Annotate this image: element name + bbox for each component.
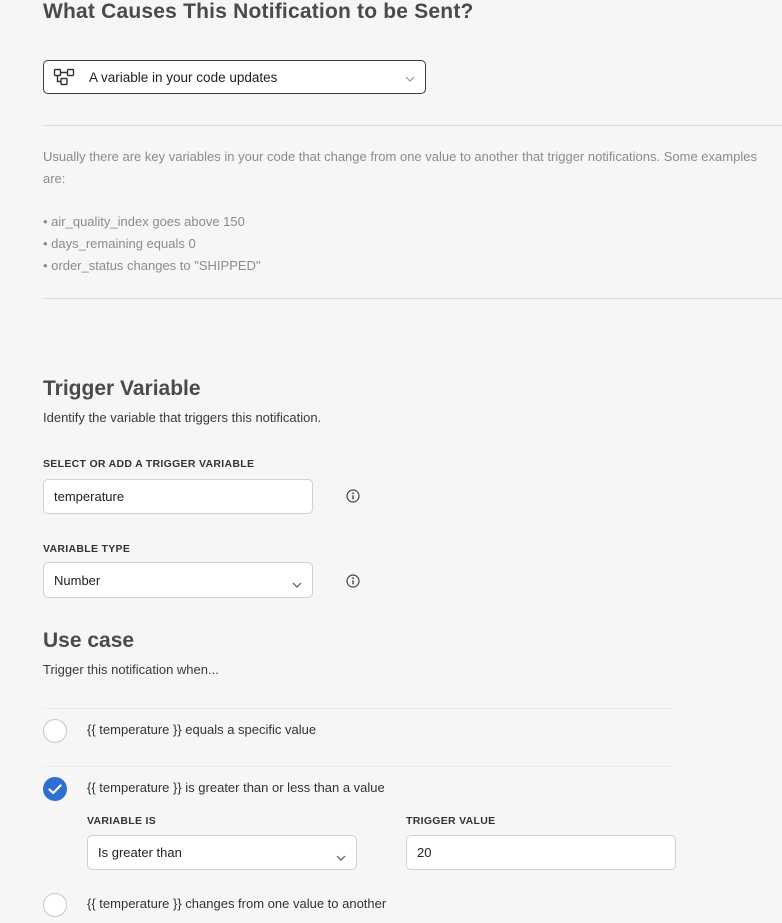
trigger-variable-input[interactable]: temperature xyxy=(43,479,313,514)
divider xyxy=(43,708,673,709)
trigger-value-input[interactable]: 20 xyxy=(406,835,676,870)
flow-diagram-icon xyxy=(53,68,75,86)
trigger-source-value: A variable in your code updates xyxy=(89,69,278,85)
radio-greater-less[interactable] xyxy=(43,777,67,801)
variable-type-select[interactable]: Number xyxy=(43,562,313,598)
use-case-heading: Use case xyxy=(43,629,135,652)
chevron-down-icon xyxy=(336,850,346,865)
trigger-variable-label: SELECT OR ADD A TRIGGER VARIABLE xyxy=(43,458,255,470)
description-text: Usually there are key variables in your … xyxy=(43,149,757,186)
radio-changes[interactable] xyxy=(43,893,67,917)
variable-is-label: VARIABLE IS xyxy=(87,815,157,827)
radio-equals[interactable] xyxy=(43,719,67,743)
trigger-source-select[interactable]: A variable in your code updates xyxy=(43,60,426,94)
chevron-down-icon xyxy=(292,577,302,592)
trigger-variable-heading: Trigger Variable xyxy=(43,377,201,400)
trigger-value-label: TRIGGER VALUE xyxy=(406,815,496,827)
example-item: • days_remaining equals 0 xyxy=(43,236,196,251)
info-icon[interactable] xyxy=(346,574,360,588)
example-list: • air_quality_index goes above 150 • day… xyxy=(43,211,261,277)
checkmark-icon xyxy=(48,783,62,794)
divider xyxy=(43,766,673,767)
option-changes-label: {{ temperature }} changes from one value… xyxy=(87,896,387,911)
trigger-value: 20 xyxy=(417,845,432,860)
divider xyxy=(43,125,782,126)
variable-type-value: Number xyxy=(54,572,101,588)
example-item: • air_quality_index goes above 150 xyxy=(43,214,245,229)
trigger-variable-value: temperature xyxy=(54,489,125,504)
chevron-down-icon xyxy=(405,70,415,88)
trigger-variable-subtitle: Identify the variable that triggers this… xyxy=(43,410,322,425)
page-title: What Causes This Notification to be Sent… xyxy=(43,0,474,23)
use-case-subtitle: Trigger this notification when... xyxy=(43,662,219,677)
divider xyxy=(43,298,782,299)
variable-type-label: VARIABLE TYPE xyxy=(43,543,131,555)
option-greater-less-label: {{ temperature }} is greater than or les… xyxy=(87,780,385,795)
info-icon[interactable] xyxy=(346,489,360,503)
variable-is-select[interactable]: Is greater than xyxy=(87,835,357,870)
variable-is-value: Is greater than xyxy=(98,845,182,860)
option-equals-label: {{ temperature }} equals a specific valu… xyxy=(87,722,317,737)
example-item: • order_status changes to "SHIPPED" xyxy=(43,258,261,273)
